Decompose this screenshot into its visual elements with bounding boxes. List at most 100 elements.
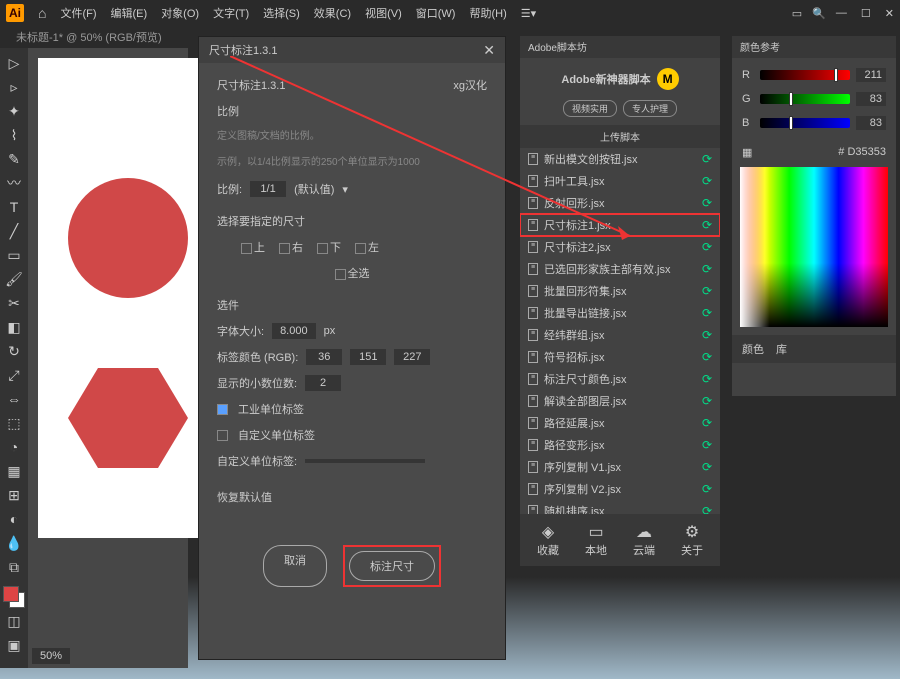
shaper-tool-icon[interactable]: ✂ [2, 292, 26, 314]
foreground-swatch[interactable] [3, 586, 19, 602]
foot-about[interactable]: ⚙关于 [681, 522, 703, 558]
font-size-input[interactable]: 8.000 [272, 323, 316, 339]
search-icon[interactable]: 🔍 [812, 7, 826, 20]
brightness-icon[interactable]: ☰▾ [521, 7, 536, 20]
menu-select[interactable]: 选择(S) [263, 5, 300, 21]
download-icon[interactable]: ⟳ [702, 482, 712, 496]
annotate-button[interactable]: 标注尺寸 [349, 551, 435, 581]
script-row[interactable]: ≡符号招标.jsx⟳ [520, 346, 720, 368]
perspective-tool-icon[interactable]: ▦ [2, 460, 26, 482]
script-row[interactable]: ≡尺寸标注1.jsx⟳ [520, 214, 720, 236]
checkbox-left[interactable]: 左 [355, 239, 379, 255]
tab-color[interactable]: 颜色 [742, 341, 764, 357]
script-row[interactable]: ≡反射回形.jsx⟳ [520, 192, 720, 214]
script-row[interactable]: ≡扫叶工具.jsx⟳ [520, 170, 720, 192]
script-row[interactable]: ≡序列复制 V1.jsx⟳ [520, 456, 720, 478]
ratio-input[interactable]: 1/1 [250, 181, 286, 197]
dialog-titlebar[interactable]: 尺寸标注1.3.1 ✕ [199, 37, 505, 63]
blend-tool-icon[interactable]: ⧉ [2, 556, 26, 578]
eraser-tool-icon[interactable]: ◧ [2, 316, 26, 338]
minimize-icon[interactable]: — [836, 7, 847, 20]
download-icon[interactable]: ⟳ [702, 372, 712, 386]
foot-cloud[interactable]: ☁云端 [633, 522, 655, 558]
script-row[interactable]: ≡已选回形家族主部有效.jsx⟳ [520, 258, 720, 280]
maximize-icon[interactable]: ☐ [861, 7, 871, 20]
download-icon[interactable]: ⟳ [702, 394, 712, 408]
download-icon[interactable]: ⟳ [702, 218, 712, 232]
menu-view[interactable]: 视图(V) [365, 5, 402, 21]
canvas[interactable]: 50% [28, 48, 188, 668]
download-icon[interactable]: ⟳ [702, 460, 712, 474]
script-row[interactable]: ≡解读全部图层.jsx⟳ [520, 390, 720, 412]
menu-type[interactable]: 文字(T) [213, 5, 249, 21]
scripts-panel-title[interactable]: Adobe脚本坊 [520, 36, 720, 58]
color-g-input[interactable]: 151 [350, 349, 386, 365]
script-row[interactable]: ≡路径延展.jsx⟳ [520, 412, 720, 434]
brush-tool-icon[interactable]: 🖌 [2, 268, 26, 290]
b-value[interactable]: 83 [856, 116, 886, 130]
red-hexagon-shape[interactable] [68, 368, 188, 468]
script-row[interactable]: ≡路径变形.jsx⟳ [520, 434, 720, 456]
curve-tool-icon[interactable]: 〰 [2, 172, 26, 194]
checkbox-right[interactable]: 右 [279, 239, 303, 255]
decimals-input[interactable]: 2 [305, 375, 341, 391]
upload-script-button[interactable]: 上传脚本 [520, 125, 720, 148]
r-value[interactable]: 211 [856, 68, 886, 82]
type-tool-icon[interactable]: T [2, 196, 26, 218]
direct-select-tool-icon[interactable]: ▹ [2, 76, 26, 98]
tab-library[interactable]: 库 [776, 341, 787, 357]
scale-tool-icon[interactable]: ⤢ [2, 364, 26, 386]
script-row[interactable]: ≡尺寸标注2.jsx⟳ [520, 236, 720, 258]
checkbox-select-all[interactable]: 全选 [335, 268, 370, 280]
pill-support[interactable]: 专人护理 [623, 100, 677, 117]
g-slider[interactable] [760, 94, 850, 104]
line-tool-icon[interactable]: ╱ [2, 220, 26, 242]
download-icon[interactable]: ⟳ [702, 438, 712, 452]
foot-favorite[interactable]: ◈收藏 [537, 522, 559, 558]
checkbox-industrial-label[interactable]: 工业单位标签 [217, 401, 487, 417]
menu-file[interactable]: 文件(F) [60, 5, 96, 21]
lasso-tool-icon[interactable]: ⌇ [2, 124, 26, 146]
script-row[interactable]: ≡批量回形符集.jsx⟳ [520, 280, 720, 302]
pen-tool-icon[interactable]: ✎ [2, 148, 26, 170]
download-icon[interactable]: ⟳ [702, 262, 712, 276]
dialog-close-icon[interactable]: ✕ [483, 42, 495, 59]
draw-mode-icon[interactable]: ◫ [2, 610, 26, 632]
selection-tool-icon[interactable]: ▷ [2, 52, 26, 74]
download-icon[interactable]: ⟳ [702, 196, 712, 210]
color-spectrum[interactable] [740, 167, 888, 327]
eyedropper-tool-icon[interactable]: 💧 [2, 532, 26, 554]
mesh-tool-icon[interactable]: ⊞ [2, 484, 26, 506]
color-swatches[interactable] [3, 586, 25, 608]
checkbox-down[interactable]: 下 [317, 239, 341, 255]
script-row[interactable]: ≡批量导出链接.jsx⟳ [520, 302, 720, 324]
download-icon[interactable]: ⟳ [702, 240, 712, 254]
g-value[interactable]: 83 [856, 92, 886, 106]
cancel-button[interactable]: 取消 [263, 545, 327, 587]
close-icon[interactable]: ✕ [885, 7, 894, 20]
download-icon[interactable]: ⟳ [702, 306, 712, 320]
red-circle-shape[interactable] [68, 178, 188, 298]
screen-mode-icon[interactable]: ▣ [2, 634, 26, 656]
gradient-tool-icon[interactable]: ◐ [2, 508, 26, 530]
foot-local[interactable]: ▭本地 [585, 522, 607, 558]
color-r-input[interactable]: 36 [306, 349, 342, 365]
menu-edit[interactable]: 编辑(E) [111, 5, 148, 21]
download-icon[interactable]: ⟳ [702, 416, 712, 430]
ratio-default-button[interactable]: (默认值) [294, 181, 334, 197]
color-b-input[interactable]: 227 [394, 349, 430, 365]
rotate-tool-icon[interactable]: ↻ [2, 340, 26, 362]
dropdown-icon[interactable]: ▾ [342, 183, 348, 196]
script-row[interactable]: ≡新出模文创按钮.jsx⟳ [520, 148, 720, 170]
menu-window[interactable]: 窗口(W) [416, 5, 456, 21]
script-row[interactable]: ≡序列复制 V2.jsx⟳ [520, 478, 720, 500]
menu-object[interactable]: 对象(O) [161, 5, 199, 21]
menu-effect[interactable]: 效果(C) [314, 5, 351, 21]
r-slider[interactable] [760, 70, 850, 80]
script-row[interactable]: ≡标注尺寸颜色.jsx⟳ [520, 368, 720, 390]
pill-video[interactable]: 视频实用 [563, 100, 617, 117]
layout-icon[interactable]: ▭ [792, 7, 802, 20]
hex-input[interactable]: # D35353 [838, 146, 886, 159]
zoom-level[interactable]: 50% [32, 648, 70, 664]
b-slider[interactable] [760, 118, 850, 128]
